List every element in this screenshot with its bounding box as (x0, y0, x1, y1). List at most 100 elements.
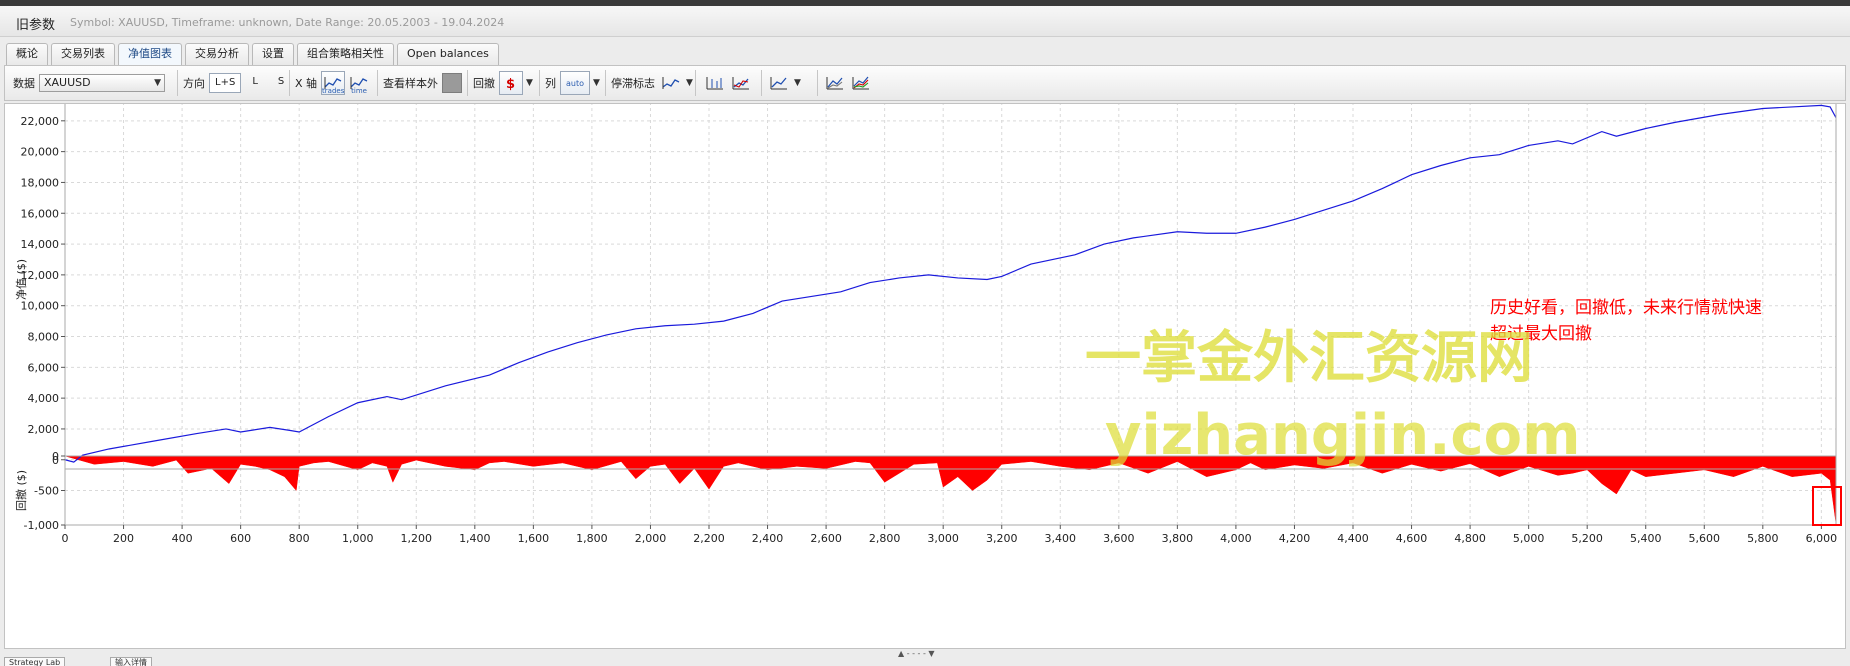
x-tick-label: 2,000 (635, 532, 667, 545)
app-window: 旧参数 Symbol: XAUUSD, Timeframe: unknown, … (0, 0, 1850, 666)
chart-toolbar: 数据 XAUUSD ▼ 方向 L+S L S X 轴 trades time 查… (4, 65, 1846, 101)
x-tick-label: 600 (230, 532, 251, 545)
separator (695, 70, 696, 96)
x-tick-label: 1,400 (459, 532, 491, 545)
columns-auto-button[interactable]: auto (560, 71, 590, 95)
multi-line-chart-icon (826, 77, 843, 90)
direction-long[interactable]: L (247, 73, 263, 93)
direction-long-short[interactable]: L+S (209, 73, 242, 93)
x-tick-label: 5,200 (1571, 532, 1603, 545)
y-tick-label: 2,000 (28, 423, 60, 436)
tab-open-balances[interactable]: Open balances (397, 43, 499, 65)
x-tick-label: 4,800 (1454, 532, 1486, 545)
separator (377, 70, 378, 96)
oos-label: 查看样本外 (383, 77, 438, 90)
chart-style-group (703, 66, 753, 100)
separator (539, 70, 540, 96)
bars-chart-button[interactable] (703, 71, 727, 95)
window-subtitle: Symbol: XAUUSD, Timeframe: unknown, Date… (70, 16, 505, 29)
portfolio-chart-button[interactable] (849, 71, 873, 95)
x-tick-label: 3,600 (1103, 532, 1135, 545)
x-tick-label: 1,600 (518, 532, 550, 545)
xaxis-label: X 轴 (295, 77, 318, 90)
chevron-down-icon: ▼ (154, 78, 161, 88)
y-tick-label: 22,000 (21, 115, 60, 128)
x-tick-label: 2,600 (810, 532, 842, 545)
x-tick-label: 1,800 (576, 532, 608, 545)
x-tick-label: 200 (113, 532, 134, 545)
tab-equity-chart[interactable]: 净值图表 (118, 43, 182, 65)
time-caption: time (351, 87, 367, 95)
tab-settings[interactable]: 设置 (252, 43, 294, 65)
y-tick-label: 0 (52, 450, 59, 463)
x-tick-label: 1,200 (401, 532, 433, 545)
separator (177, 70, 178, 96)
watermark-cn: 一掌金外汇资源网 (1085, 326, 1533, 391)
x-tick-label: 5,400 (1630, 532, 1662, 545)
x-tick-label: 5,600 (1689, 532, 1721, 545)
xaxis-trades-button[interactable]: trades (321, 71, 346, 95)
line-chart-icon (770, 77, 787, 90)
dollar-icon: $ (506, 77, 515, 92)
trades-caption: trades (322, 87, 345, 95)
data-group: 数据 XAUUSD ▼ (13, 66, 165, 100)
compare-chart-button[interactable] (823, 71, 847, 95)
tab-portfolio-correlation[interactable]: 组合策略相关性 (297, 43, 394, 65)
y-tick-label: 14,000 (21, 238, 60, 251)
line-chart-button[interactable] (729, 71, 753, 95)
stagnation-button[interactable] (659, 71, 683, 95)
y-tick-label: -500 (34, 485, 59, 498)
svg-text:$: $ (506, 77, 515, 92)
chevron-down-icon[interactable]: ▼ (593, 78, 600, 88)
x-tick-label: 5,800 (1747, 532, 1779, 545)
separator (605, 70, 606, 96)
data-select-value: XAUUSD (44, 76, 91, 89)
x-tick-label: 1,000 (342, 532, 374, 545)
tab-trade-list[interactable]: 交易列表 (51, 43, 115, 65)
xaxis-time-button[interactable]: time (347, 71, 371, 95)
x-tick-label: 5,000 (1513, 532, 1545, 545)
columns-label: 列 (545, 77, 556, 90)
tab-overview[interactable]: 概论 (6, 43, 48, 65)
x-tick-label: 4,200 (1279, 532, 1311, 545)
chevron-down-icon[interactable]: ▼ (794, 78, 801, 88)
x-tick-label: 3,000 (927, 532, 959, 545)
chevron-down-icon[interactable]: ▼ (686, 78, 693, 88)
window-title: 旧参数 (16, 18, 56, 33)
direction-label: 方向 (183, 77, 205, 90)
annotation-line-1: 历史好看，回撤低，未来行情就快速 (1490, 298, 1762, 318)
y-tick-label: 18,000 (21, 176, 60, 189)
data-select[interactable]: XAUUSD ▼ (39, 74, 165, 92)
tab-bar: 概论 交易列表 净值图表 交易分析 设置 组合策略相关性 Open balanc… (6, 43, 499, 65)
equity-drawdown-chart: 02,0004,0006,0008,00010,00012,00014,0001… (14, 104, 1842, 545)
equity-y-axis-label: 净值 ($) (14, 259, 28, 300)
direction-short[interactable]: S (273, 73, 289, 93)
y-tick-label: -1,000 (24, 519, 59, 532)
x-tick-label: 400 (172, 532, 193, 545)
drawdown-dollar-button[interactable]: $ (499, 71, 523, 95)
data-label: 数据 (13, 77, 35, 90)
separator (289, 70, 290, 96)
oos-toggle-button[interactable] (442, 73, 462, 93)
y-tick-label: 16,000 (21, 207, 60, 220)
x-tick-label: 0 (62, 532, 69, 545)
highlight-box (1812, 486, 1842, 526)
y-tick-label: 10,000 (21, 300, 60, 313)
separator (467, 70, 468, 96)
bottom-bar: ▲ - - - - ▼ Strategy Lab 输入详情 (0, 649, 1850, 666)
stagnation-icon (662, 77, 680, 89)
x-ticks: 0 200 400 600 800 1,000 1,200 1,400 1,600 1,800 2,… (62, 525, 1837, 545)
chevron-down-icon[interactable]: ▼ (526, 78, 533, 88)
drawdown-group: 回撤 $ ▼ (473, 66, 533, 100)
tab-trade-analysis[interactable]: 交易分析 (185, 43, 249, 65)
watermark-en: yizhangjin.com (1105, 403, 1580, 468)
multi-line-chart-icon (852, 76, 869, 90)
y-tick-label: 8,000 (28, 331, 60, 344)
oos-group: 查看样本外 (383, 66, 462, 100)
bottom-tab-input-details[interactable]: 输入详情 (110, 657, 152, 666)
splitter-grip[interactable]: ▲ - - - - ▼ (898, 649, 935, 658)
line-chart-icon (706, 77, 723, 90)
drawdown-label: 回撤 (473, 77, 495, 90)
bottom-tab-strategy-lab[interactable]: Strategy Lab (4, 657, 66, 666)
overlay-chart-button[interactable] (767, 71, 791, 95)
